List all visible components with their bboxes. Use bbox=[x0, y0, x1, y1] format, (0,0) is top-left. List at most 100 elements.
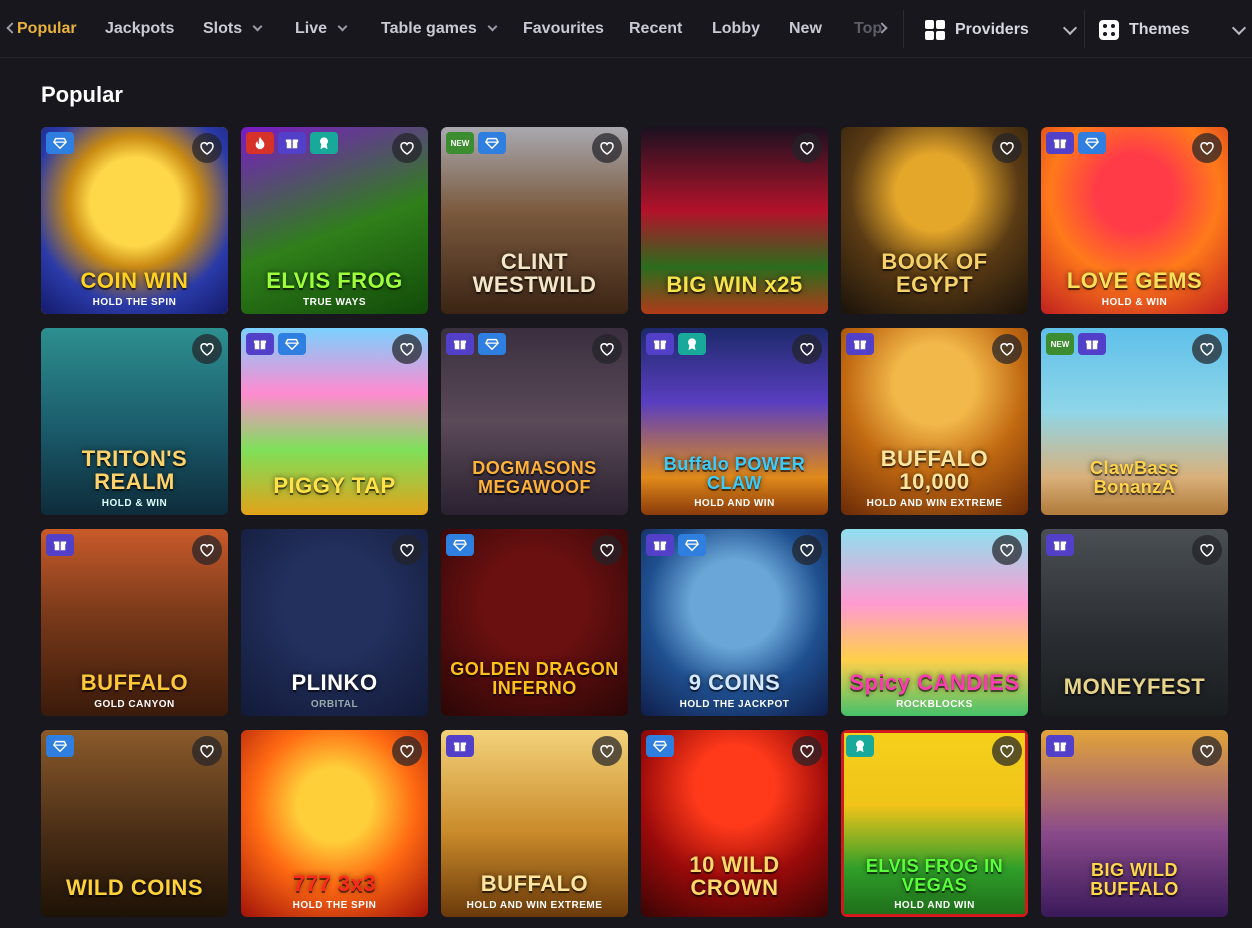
game-tile[interactable]: PLINKO ORBITAL bbox=[241, 529, 428, 716]
gift-icon bbox=[246, 333, 274, 355]
games-grid: COIN WIN HOLD THE SPIN ELVIS FROG TRUE WAYS… bbox=[41, 127, 1228, 917]
chevron-down-icon bbox=[1231, 20, 1247, 36]
favourite-heart-icon[interactable] bbox=[192, 736, 222, 766]
game-title: BIG WIN x25 bbox=[666, 271, 803, 297]
favourite-heart-icon[interactable] bbox=[192, 133, 222, 163]
game-tile[interactable]: NEW CLINT WESTWILD bbox=[441, 127, 628, 314]
tab-new[interactable]: New bbox=[789, 18, 822, 40]
diamond-icon bbox=[678, 534, 706, 556]
game-title: 777 3x3 bbox=[292, 870, 377, 896]
medal-icon bbox=[678, 333, 706, 355]
tab-live[interactable]: Live bbox=[295, 18, 348, 40]
favourite-heart-icon[interactable] bbox=[592, 736, 622, 766]
game-tile[interactable]: BUFFALO 10,000 HOLD AND WIN EXTREME bbox=[841, 328, 1028, 515]
favourite-heart-icon[interactable] bbox=[1192, 535, 1222, 565]
game-title: DOGMASONS MEGAWOOF bbox=[472, 458, 597, 498]
game-tile[interactable]: PIGGY TAP bbox=[241, 328, 428, 515]
game-tile[interactable]: 10 WILD CROWN bbox=[641, 730, 828, 917]
diamond-icon bbox=[1078, 132, 1106, 154]
tab-jackpots[interactable]: Jackpots bbox=[105, 18, 174, 40]
game-subtitle: HOLD THE SPIN bbox=[92, 297, 177, 308]
providers-dropdown[interactable]: Providers bbox=[915, 10, 1083, 50]
game-title: 9 COINS bbox=[688, 669, 781, 695]
game-tile[interactable]: DOGMASONS MEGAWOOF bbox=[441, 328, 628, 515]
scroll-left-icon[interactable] bbox=[6, 21, 14, 35]
game-badges bbox=[246, 333, 306, 355]
game-title: COIN WIN bbox=[80, 267, 189, 293]
chevron-down-icon bbox=[337, 21, 348, 32]
tab-popular[interactable]: Popular bbox=[17, 18, 77, 40]
game-tile[interactable]: TRITON'S REALM HOLD & WIN bbox=[41, 328, 228, 515]
favourite-heart-icon[interactable] bbox=[792, 334, 822, 364]
game-badges bbox=[846, 333, 874, 355]
favourite-heart-icon[interactable] bbox=[992, 535, 1022, 565]
gift-icon bbox=[646, 333, 674, 355]
game-subtitle: HOLD THE JACKPOT bbox=[679, 699, 790, 710]
game-tile[interactable]: ELVIS FROG IN VEGAS HOLD AND WIN bbox=[841, 730, 1028, 917]
tab-table-games[interactable]: Table games bbox=[381, 18, 498, 40]
themes-dropdown[interactable]: Themes bbox=[1090, 10, 1252, 50]
gift-icon bbox=[1046, 735, 1074, 757]
game-tile[interactable]: BOOK OF EGYPT bbox=[841, 127, 1028, 314]
game-subtitle: ORBITAL bbox=[310, 699, 359, 710]
game-tile[interactable]: BUFFALO GOLD CANYON bbox=[41, 529, 228, 716]
game-tile[interactable]: GOLDEN DRAGON INFERNO bbox=[441, 529, 628, 716]
game-tile[interactable]: MONEYFEST bbox=[1041, 529, 1228, 716]
favourite-heart-icon[interactable] bbox=[792, 133, 822, 163]
favourite-heart-icon[interactable] bbox=[1192, 334, 1222, 364]
game-badges bbox=[446, 735, 474, 757]
game-title: BUFFALO bbox=[480, 870, 589, 896]
favourite-heart-icon[interactable] bbox=[592, 334, 622, 364]
favourite-heart-icon[interactable] bbox=[1192, 133, 1222, 163]
game-badges bbox=[446, 333, 506, 355]
tab-favourites[interactable]: Favourites bbox=[523, 18, 604, 40]
game-tile[interactable]: WILD COINS bbox=[41, 730, 228, 917]
game-tile[interactable]: NEW ClawBass BonanzA bbox=[1041, 328, 1228, 515]
game-tile[interactable]: COIN WIN HOLD THE SPIN bbox=[41, 127, 228, 314]
favourite-heart-icon[interactable] bbox=[192, 334, 222, 364]
favourite-heart-icon[interactable] bbox=[792, 535, 822, 565]
favourite-heart-icon[interactable] bbox=[392, 535, 422, 565]
scroll-right-icon[interactable] bbox=[878, 21, 886, 35]
favourite-heart-icon[interactable] bbox=[192, 535, 222, 565]
themes-label: Themes bbox=[1129, 21, 1190, 38]
tab-lobby[interactable]: Lobby bbox=[712, 18, 760, 40]
gift-icon bbox=[846, 333, 874, 355]
game-tile[interactable]: Buffalo POWER CLAW HOLD AND WIN bbox=[641, 328, 828, 515]
game-subtitle: HOLD AND WIN bbox=[694, 498, 775, 509]
divider bbox=[903, 10, 904, 48]
game-tile[interactable]: BUFFALO HOLD AND WIN EXTREME bbox=[441, 730, 628, 917]
medal-icon bbox=[846, 735, 874, 757]
game-tile[interactable]: BIG WIN x25 bbox=[641, 127, 828, 314]
providers-label: Providers bbox=[955, 21, 1029, 38]
game-title: BUFFALO 10,000 bbox=[880, 445, 989, 494]
favourite-heart-icon[interactable] bbox=[392, 334, 422, 364]
tab-slots[interactable]: Slots bbox=[203, 18, 263, 40]
game-tile[interactable]: ELVIS FROG TRUE WAYS bbox=[241, 127, 428, 314]
tab-recent[interactable]: Recent bbox=[629, 18, 682, 40]
diamond-icon bbox=[646, 735, 674, 757]
game-tile[interactable]: 777 3x3 HOLD THE SPIN bbox=[241, 730, 428, 917]
favourite-heart-icon[interactable] bbox=[392, 736, 422, 766]
favourite-heart-icon[interactable] bbox=[392, 133, 422, 163]
game-title: CLINT WESTWILD bbox=[472, 248, 597, 297]
game-badges bbox=[246, 132, 338, 154]
favourite-heart-icon[interactable] bbox=[1192, 736, 1222, 766]
game-subtitle: HOLD THE SPIN bbox=[292, 900, 377, 911]
favourite-heart-icon[interactable] bbox=[592, 133, 622, 163]
game-tile[interactable]: 9 COINS HOLD THE JACKPOT bbox=[641, 529, 828, 716]
providers-grid-icon bbox=[925, 20, 945, 40]
diamond-icon bbox=[278, 333, 306, 355]
favourite-heart-icon[interactable] bbox=[992, 736, 1022, 766]
favourite-heart-icon[interactable] bbox=[792, 736, 822, 766]
section-title: Popular bbox=[41, 82, 123, 107]
gift-icon bbox=[46, 534, 74, 556]
favourite-heart-icon[interactable] bbox=[992, 133, 1022, 163]
top-navigation: Popular Jackpots Slots Live Table games … bbox=[0, 0, 1252, 58]
game-tile[interactable]: BIG WILD BUFFALO bbox=[1041, 730, 1228, 917]
game-tile[interactable]: Spicy CANDIES ROCKBLOCKS bbox=[841, 529, 1028, 716]
game-tile[interactable]: LOVE GEMS HOLD & WIN bbox=[1041, 127, 1228, 314]
chevron-down-icon bbox=[252, 21, 263, 32]
favourite-heart-icon[interactable] bbox=[992, 334, 1022, 364]
favourite-heart-icon[interactable] bbox=[592, 535, 622, 565]
